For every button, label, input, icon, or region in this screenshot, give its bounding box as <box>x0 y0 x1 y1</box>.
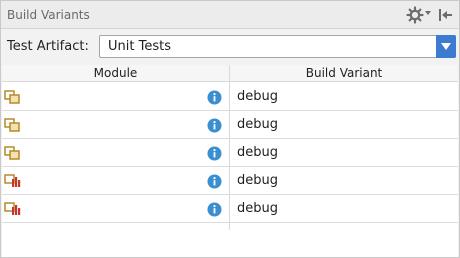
select-dropdown-button[interactable] <box>436 35 456 58</box>
build-variant-value[interactable]: debug <box>237 145 278 160</box>
table-row[interactable]: debug <box>2 195 458 223</box>
info-icon[interactable] <box>207 146 222 161</box>
app-module-icon <box>4 118 20 132</box>
table-row[interactable]: debug <box>2 111 458 139</box>
column-header-module[interactable]: Module <box>2 66 229 80</box>
panel-header: Build Variants <box>1 1 459 29</box>
library-module-icon <box>4 202 21 215</box>
info-icon[interactable] <box>207 118 222 133</box>
build-variant-value[interactable]: debug <box>237 173 278 188</box>
info-icon[interactable] <box>207 202 222 217</box>
test-artifact-row: Test Artifact: Unit Tests <box>1 30 459 62</box>
info-icon[interactable] <box>207 174 222 189</box>
test-artifact-selected-value: Unit Tests <box>108 39 171 54</box>
panel-title: Build Variants <box>7 8 90 22</box>
table-row[interactable]: debug <box>2 139 458 167</box>
app-module-icon <box>4 90 20 104</box>
column-header-build-variant[interactable]: Build Variant <box>230 66 458 80</box>
build-variant-value[interactable]: debug <box>237 89 278 104</box>
table-row[interactable]: debug <box>2 83 458 111</box>
dropdown-arrow-icon[interactable] <box>425 10 431 16</box>
build-variants-table: Module Build Variant debug debug debug d… <box>2 65 458 257</box>
chevron-down-icon <box>441 43 451 50</box>
table-row[interactable]: debug <box>2 167 458 195</box>
build-variant-value[interactable]: debug <box>237 201 278 216</box>
gear-icon[interactable] <box>406 6 426 24</box>
table-header: Module Build Variant <box>2 65 458 82</box>
test-artifact-label: Test Artifact: <box>7 39 89 54</box>
library-module-icon <box>4 174 21 187</box>
test-artifact-select[interactable]: Unit Tests <box>99 35 456 58</box>
build-variants-panel: Build Variants Test Artifact: Unit Tests… <box>0 0 460 258</box>
app-module-icon <box>4 146 20 160</box>
build-variant-value[interactable]: debug <box>237 117 278 132</box>
info-icon[interactable] <box>207 90 222 105</box>
hide-panel-icon[interactable] <box>437 7 453 23</box>
